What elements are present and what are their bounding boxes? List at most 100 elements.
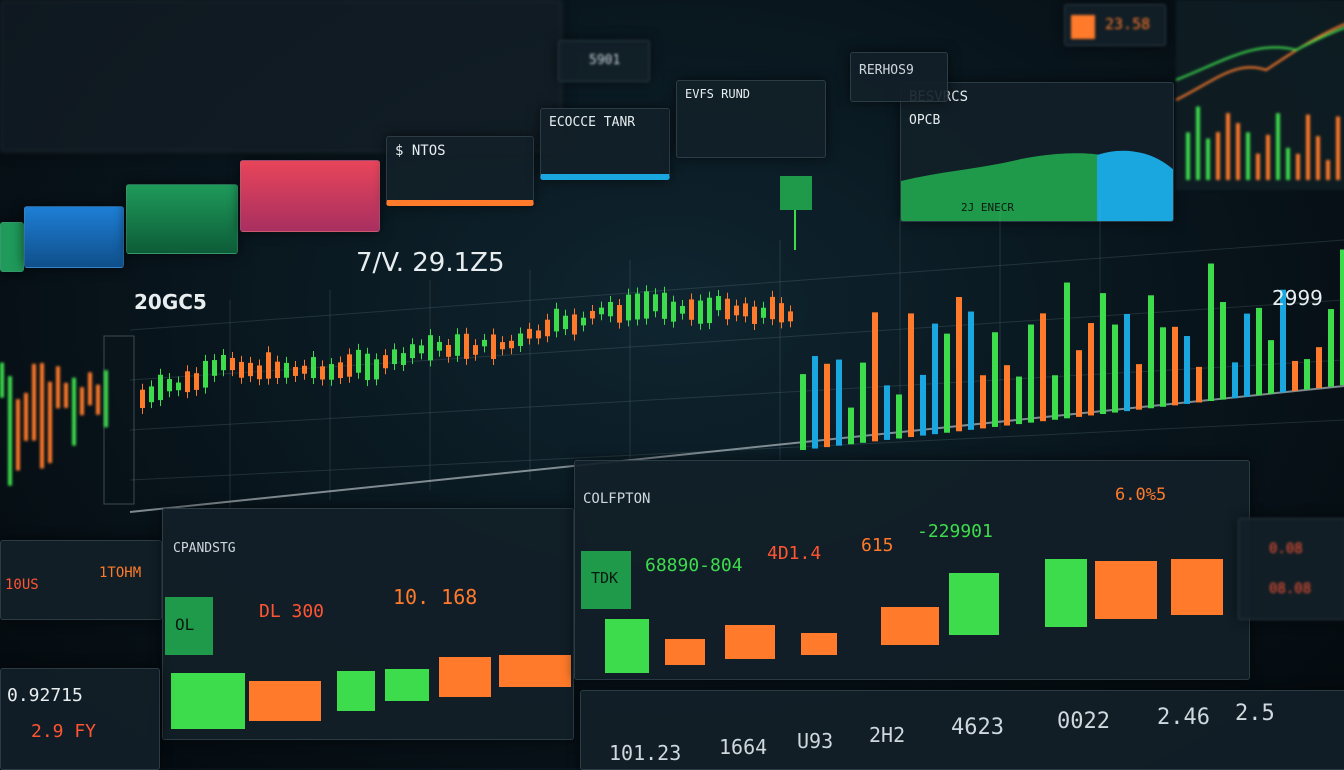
candle [725, 298, 730, 320]
section-b-bars [605, 559, 1223, 673]
candle [626, 294, 631, 321]
volume-bar [968, 311, 974, 430]
candle [158, 374, 163, 401]
candle [563, 315, 568, 330]
volume-bar [884, 385, 890, 440]
left-candle [8, 376, 12, 486]
footer-value: 2.46 [1157, 705, 1210, 730]
volume-bar [908, 313, 914, 438]
section-b-value-4: -229901 [917, 521, 993, 542]
section-b-value-3: 615 [861, 535, 894, 556]
candle [698, 300, 703, 324]
candle [617, 305, 622, 323]
tab-besvrcs[interactable]: BESVRCS OPCB 2J ENECR [900, 82, 1174, 222]
tab-label: $ NTOS [395, 143, 446, 159]
volume-bar [1124, 314, 1130, 412]
ticker-b-panel: RERHOS9 [850, 52, 948, 102]
candle [455, 334, 460, 356]
volume-bar [1052, 375, 1058, 420]
section-b-title: COLFPTON [583, 491, 651, 507]
tab-label: ECOCCE TANR [549, 115, 636, 130]
left-column: 0.92715 2.9 FY [0, 668, 160, 770]
candle [446, 344, 451, 357]
ticker-b: RERHOS9 [859, 63, 914, 78]
volume-bar [896, 394, 902, 439]
tab-ecocce[interactable]: ECOCCE TANR [540, 108, 670, 180]
candle [464, 333, 469, 359]
volume-bar [824, 363, 830, 448]
volume-bar [1076, 350, 1082, 417]
tab-ntos[interactable]: $ NTOS [386, 136, 534, 206]
candle [302, 365, 307, 374]
tr-bar [1196, 106, 1200, 180]
candle [203, 360, 208, 388]
right-col-2: 08.08 [1269, 581, 1312, 597]
volume-bar [1136, 364, 1142, 410]
bar [439, 657, 491, 697]
tr-bar [1256, 153, 1260, 180]
candle [212, 360, 217, 376]
tr-bar [1286, 147, 1290, 180]
candle [140, 389, 145, 409]
section-a-right: 1TOHM [99, 565, 142, 581]
volume-bar [1016, 376, 1022, 425]
left-col-2: 2.9 FY [31, 721, 97, 742]
candle [176, 382, 181, 391]
volume-bar [1100, 293, 1106, 414]
candle [788, 311, 793, 322]
footer-value: U93 [797, 729, 834, 753]
volume-bar [1172, 326, 1178, 406]
candle [716, 296, 721, 311]
candle [761, 307, 766, 318]
volume-bar [1040, 313, 1046, 422]
candle [347, 354, 352, 377]
left-candle [16, 399, 20, 471]
price-readout: 7/V. 29.1Z5 [356, 248, 505, 278]
footer-value: 2H2 [869, 723, 906, 747]
left-candle [56, 366, 60, 409]
candle [230, 357, 235, 371]
bar [385, 669, 429, 701]
footer-value: 2.5 [1235, 701, 1275, 726]
left-candle [96, 384, 100, 415]
candle [419, 345, 424, 354]
candle [662, 292, 667, 319]
volume-bar [1184, 336, 1190, 404]
tile-pink[interactable] [240, 160, 380, 232]
candle [635, 293, 640, 320]
tile-blue-2[interactable] [24, 206, 124, 268]
tr-bar [1266, 134, 1270, 180]
candle [608, 301, 613, 317]
green-marker[interactable] [780, 176, 812, 210]
candle [185, 371, 190, 393]
candle [509, 340, 514, 349]
candle [671, 301, 676, 322]
candle [194, 373, 199, 390]
tile-green[interactable] [126, 184, 238, 254]
volume-bar [1088, 323, 1094, 416]
inset-sub: OPCB [909, 113, 941, 128]
footer-strip: 101.23 1664 U93 2H2 4623 0022 2.46 2.5 [580, 690, 1344, 770]
candle [401, 353, 406, 365]
volume-bar [980, 375, 986, 429]
candle [374, 359, 379, 380]
left-candle [88, 372, 92, 406]
right-value: 2999 [1272, 286, 1323, 310]
inset-area-chart: 2J ENECR [901, 150, 1173, 221]
tr-bar [1336, 116, 1340, 180]
tile-blue[interactable] [0, 222, 24, 272]
section-a-left: 10US [5, 577, 39, 593]
volume-bar [1160, 327, 1166, 407]
tr-bar [1186, 132, 1190, 180]
left-value: 20GC5 [134, 290, 207, 314]
candle [257, 365, 262, 380]
bar [949, 573, 999, 635]
ticker-a-panel: 5901 [558, 40, 650, 82]
candle [167, 379, 172, 392]
tab-evfs[interactable]: EVFS RUND [676, 80, 826, 158]
left-candle [24, 392, 28, 441]
candle [545, 319, 550, 337]
volume-bar [920, 374, 926, 436]
candle [743, 303, 748, 317]
section-b-corner: 6.0%5 [1115, 485, 1167, 505]
